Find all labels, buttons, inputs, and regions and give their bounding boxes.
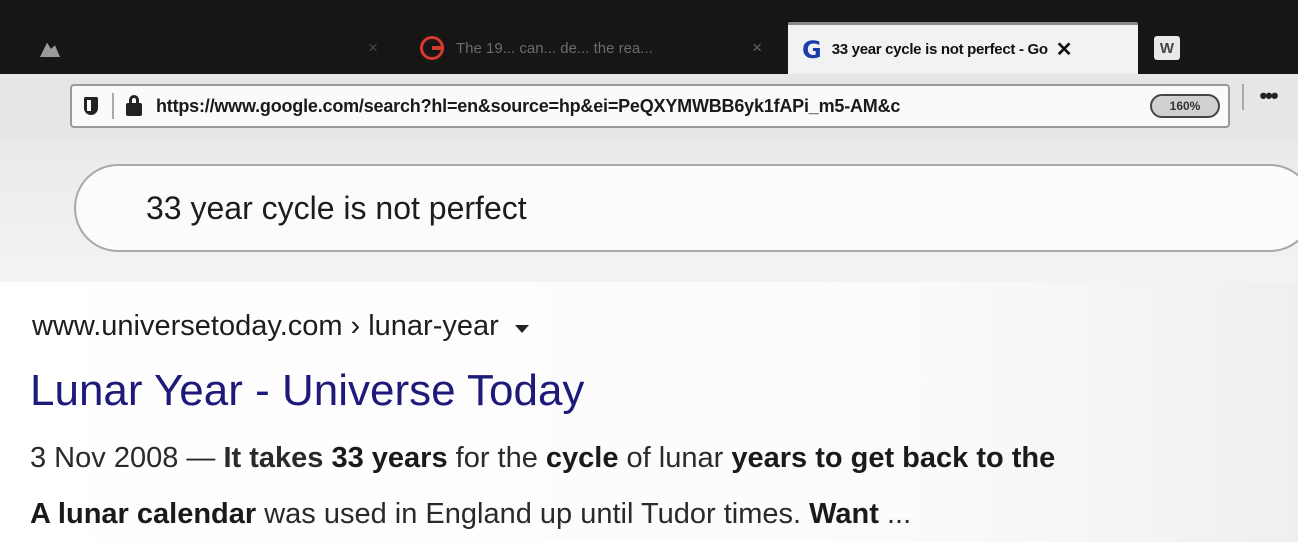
snippet-bold-text: cycle xyxy=(545,442,619,474)
tab-active-close-icon[interactable]: ✕ xyxy=(1056,37,1073,62)
result-snippet-line-2: A lunar calendar was used in England up … xyxy=(30,498,911,531)
snippet-bold-text: A lunar calendar xyxy=(30,498,257,530)
divider xyxy=(112,93,114,119)
google-icon xyxy=(420,36,444,60)
lock-icon[interactable] xyxy=(126,94,142,116)
snippet-text: was used in England up until Tudor times… xyxy=(256,498,810,530)
tab-2-title: The 19... can... de... the rea... xyxy=(456,39,653,57)
result-snippet-line-1: 3 Nov 2008 — It takes 33 years for the c… xyxy=(30,442,1055,475)
shield-icon[interactable] xyxy=(84,97,98,115)
tab-active[interactable]: G 33 year cycle is not perfect - Go ✕ xyxy=(788,22,1138,74)
address-bar[interactable]: https://www.google.com/search?hl=en&sour… xyxy=(70,84,1230,128)
navigation-bar: https://www.google.com/search?hl=en&sour… xyxy=(0,74,1298,140)
snippet-bold-text: It takes xyxy=(223,442,332,474)
url-text[interactable]: https://www.google.com/search?hl=en&sour… xyxy=(156,96,1086,117)
zoom-badge[interactable]: 160% xyxy=(1150,94,1220,118)
browser-window: × The 19... can... de... the rea... × G … xyxy=(0,0,1298,542)
search-results: www.universetoday.com › lunar-year Lunar… xyxy=(0,282,1298,542)
search-input[interactable] xyxy=(146,189,1246,227)
toolbar-divider xyxy=(1242,84,1244,110)
tab-2-close-icon[interactable]: × xyxy=(752,38,762,58)
snippet-text: ... xyxy=(878,498,912,530)
breadcrumb-separator: › xyxy=(350,310,361,342)
snippet-bold-text: Want xyxy=(809,498,879,530)
snippet-bold-text: 33 years xyxy=(331,442,448,474)
more-menu-icon[interactable]: ••• xyxy=(1250,82,1286,110)
result-title-link[interactable]: Lunar Year - Universe Today xyxy=(30,366,584,416)
tab-strip: × The 19... can... de... the rea... × G … xyxy=(0,0,1298,74)
result-breadcrumb[interactable]: www.universetoday.com › lunar-year xyxy=(32,310,529,343)
snippet-text: for the xyxy=(447,442,546,474)
tab-1-close-icon[interactable]: × xyxy=(368,38,378,58)
search-box[interactable] xyxy=(74,164,1298,252)
tab-1[interactable]: × xyxy=(40,22,400,74)
snippet-bold-text: to get back to the xyxy=(807,442,1056,474)
snippet-bold-text: years xyxy=(731,442,808,474)
chevron-down-icon[interactable] xyxy=(514,324,529,333)
snippet-date: 3 Nov 2008 — xyxy=(30,442,224,474)
search-header xyxy=(0,140,1298,282)
w-icon: W xyxy=(1154,36,1180,60)
tab-4[interactable]: W xyxy=(1154,22,1214,74)
result-domain: www.universetoday.com xyxy=(32,310,343,342)
snippet-text: of lunar xyxy=(618,442,732,474)
tab-2[interactable]: The 19... can... de... the rea... × xyxy=(420,22,780,74)
tab-active-title: 33 year cycle is not perfect - Go xyxy=(831,41,1048,58)
google-g-icon: G xyxy=(802,35,822,64)
mountain-image-icon xyxy=(40,42,60,57)
result-path: lunar-year xyxy=(368,310,499,342)
